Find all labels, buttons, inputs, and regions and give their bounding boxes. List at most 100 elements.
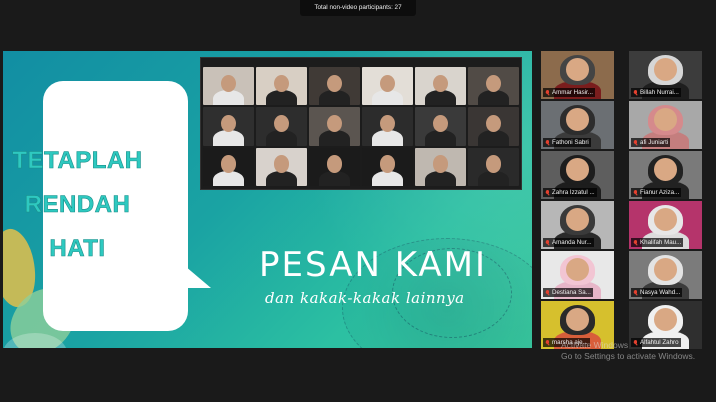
muted-mic-icon xyxy=(545,139,550,146)
participant-face xyxy=(565,257,590,281)
meeting-thumbnail xyxy=(309,147,360,186)
muted-mic-icon xyxy=(633,289,638,296)
participant-face xyxy=(653,157,678,181)
participant-name: Ammar Hasir... xyxy=(552,89,593,96)
participant-face xyxy=(485,74,502,92)
participant-tile[interactable]: Nasya Wahd... xyxy=(629,251,702,299)
meeting-thumbnail xyxy=(468,147,519,186)
participant-body xyxy=(213,130,244,146)
participant-nameplate: Amanda Nur... xyxy=(543,238,594,247)
participant-nameplate: Khalifah Mau... xyxy=(631,238,684,247)
participant-name: afi Juniarti xyxy=(640,139,669,146)
speech-bubble-tail xyxy=(185,266,211,288)
participant-name: Nasya Wahd... xyxy=(640,289,681,296)
participant-name: Zahra Izzatul ... xyxy=(552,189,595,196)
participant-body xyxy=(266,130,297,146)
meeting-thumbnail xyxy=(309,67,360,106)
meeting-thumbnail xyxy=(203,67,254,106)
participant-tile[interactable]: afi Juniarti xyxy=(629,101,702,149)
participant-face xyxy=(485,155,502,173)
participant-body xyxy=(372,170,403,186)
participant-nameplate: Destiana Sa... xyxy=(543,288,593,297)
participant-body xyxy=(319,170,350,186)
participant-face xyxy=(432,74,449,92)
participant-nameplate: Nasya Wahd... xyxy=(631,288,683,297)
meeting-thumbnail xyxy=(362,67,413,106)
muted-mic-icon xyxy=(545,189,550,196)
participant-body xyxy=(372,89,403,106)
participant-tile[interactable]: Fianur Aziza... xyxy=(629,151,702,199)
participant-face xyxy=(379,155,396,173)
muted-mic-icon xyxy=(633,139,638,146)
participant-name: Khalifah Mau... xyxy=(640,239,682,246)
participant-face xyxy=(565,207,590,231)
participant-tile[interactable]: Billah Nurrai... xyxy=(629,51,702,99)
participant-nameplate: Fianur Aziza... xyxy=(631,188,682,197)
participant-face xyxy=(432,155,449,173)
participant-body xyxy=(478,130,509,146)
participant-face xyxy=(273,74,290,92)
participant-name: Destiana Sa... xyxy=(552,289,591,296)
participant-name: Fathoni Sabri xyxy=(552,139,589,146)
participant-body xyxy=(372,130,403,146)
participant-face xyxy=(565,57,590,81)
participant-face xyxy=(220,74,237,92)
non-video-participants-banner: Total non-video participants: 27 xyxy=(300,0,416,16)
participant-body xyxy=(266,89,297,106)
bubble-line: HATI xyxy=(49,235,106,263)
participant-nameplate: Fathoni Sabri xyxy=(543,138,591,147)
participant-tile[interactable]: Fathoni Sabri xyxy=(541,101,614,149)
participant-body xyxy=(478,170,509,186)
watermark-line: Go to Settings to activate Windows. xyxy=(561,351,696,361)
meeting-thumbnail xyxy=(256,147,307,186)
participant-nameplate: Zahra Izzatul ... xyxy=(543,188,597,197)
meeting-thumbnail xyxy=(415,67,466,106)
meeting-thumbnail xyxy=(362,147,413,186)
participant-tile[interactable]: Khalifah Mau... xyxy=(629,201,702,249)
participant-face xyxy=(653,107,678,131)
participant-face xyxy=(565,157,590,181)
speech-bubble-text: TETAPLAH RENDAH HATI xyxy=(7,139,148,271)
participant-body xyxy=(266,170,297,186)
muted-mic-icon xyxy=(633,239,638,246)
meeting-thumbnail xyxy=(468,107,519,146)
muted-mic-icon xyxy=(545,89,550,96)
participant-face xyxy=(653,207,678,231)
participant-face xyxy=(653,307,678,331)
participant-nameplate: afi Juniarti xyxy=(631,138,671,147)
participant-face xyxy=(653,257,678,281)
meeting-thumbnail xyxy=(309,107,360,146)
participant-face xyxy=(653,57,678,81)
meeting-thumbnail xyxy=(362,107,413,146)
participant-face xyxy=(220,155,237,173)
activate-windows-watermark: Activate Windows Go to Settings to activ… xyxy=(561,340,695,362)
meeting-thumbnail xyxy=(415,107,466,146)
participant-video-strip: Ammar Hasir... Billah Nurrai... Fathoni Sa… xyxy=(541,51,713,351)
participant-face xyxy=(565,307,590,331)
meeting-thumbnail xyxy=(468,67,519,106)
participant-body xyxy=(478,89,509,106)
participant-tile[interactable]: Destiana Sa... xyxy=(541,251,614,299)
participant-tile[interactable]: Amanda Nur... xyxy=(541,201,614,249)
participant-body xyxy=(213,170,244,186)
embedded-meeting-screenshot xyxy=(200,57,522,190)
participant-body xyxy=(319,130,350,146)
participant-face xyxy=(326,74,343,92)
slide-title: PESAN KAMI xyxy=(259,245,488,285)
participant-name: Amanda Nur... xyxy=(552,239,592,246)
meeting-thumbnail xyxy=(256,67,307,106)
bubble-line: TETAPLAH xyxy=(12,147,143,175)
participant-nameplate: Billah Nurrai... xyxy=(631,88,681,97)
muted-mic-icon xyxy=(545,339,550,346)
participant-body xyxy=(425,89,456,106)
participant-tile[interactable]: Ammar Hasir... xyxy=(541,51,614,99)
meeting-thumbnail xyxy=(256,107,307,146)
participant-face xyxy=(379,74,396,92)
participant-face xyxy=(565,107,590,131)
participant-tile[interactable]: Zahra Izzatul ... xyxy=(541,151,614,199)
participant-nameplate: Ammar Hasir... xyxy=(543,88,595,97)
meeting-thumbnail xyxy=(203,147,254,186)
participant-face xyxy=(273,155,290,173)
participant-body xyxy=(425,130,456,146)
participant-name: Fianur Aziza... xyxy=(640,189,680,196)
